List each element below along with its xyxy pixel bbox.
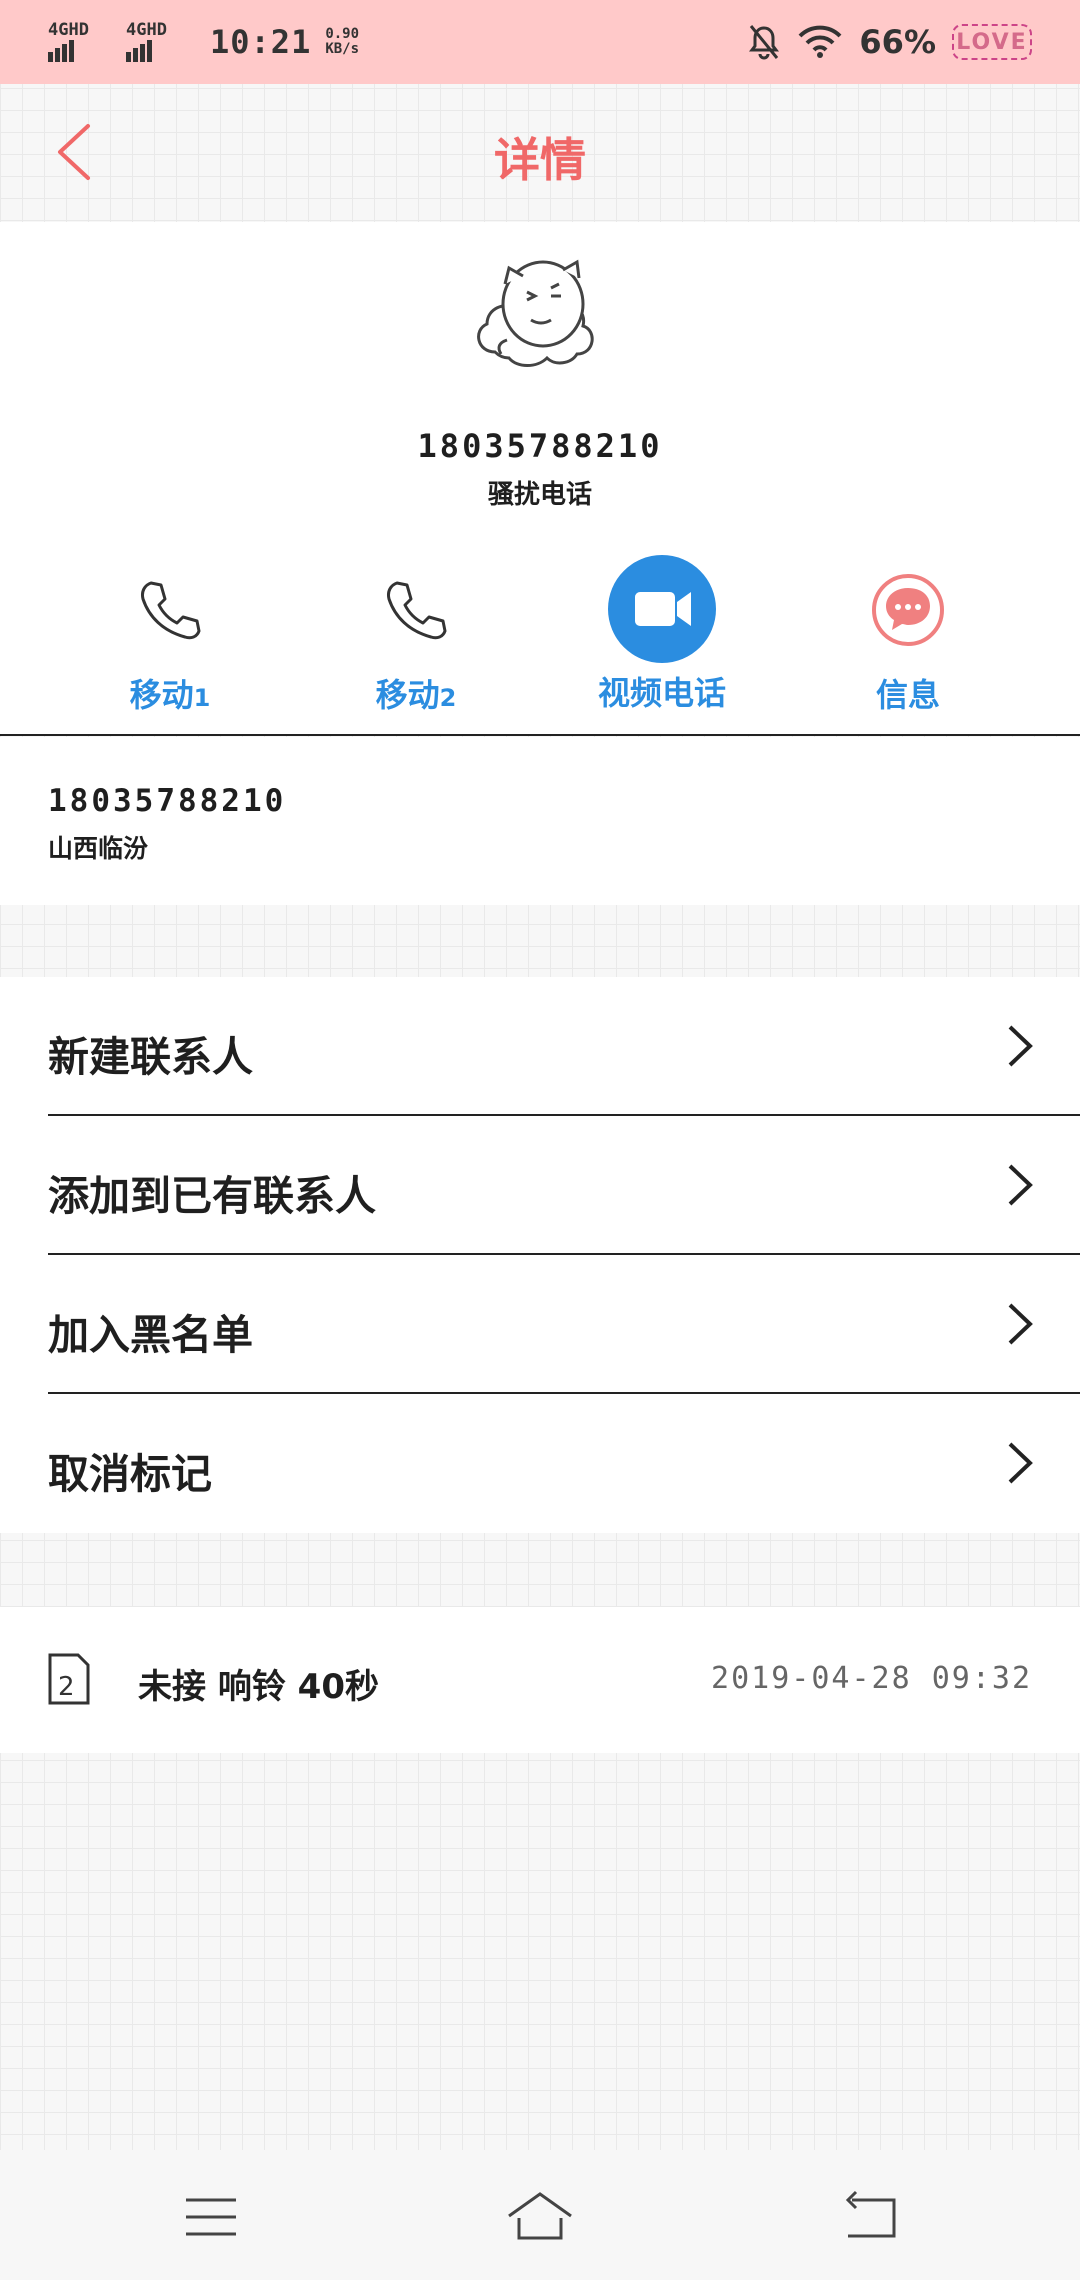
number-info-phone: 18035788210	[48, 783, 287, 819]
back-icon[interactable]	[834, 2182, 904, 2252]
network-speed-value: 0.90	[325, 26, 360, 42]
sim1-network-label: 4GHD	[48, 20, 89, 40]
option-label: 加入黑名单	[48, 1311, 253, 1359]
status-right: 66% LOVE	[747, 23, 1032, 61]
battery-icon: LOVE	[952, 24, 1032, 60]
divider	[0, 734, 1080, 736]
wifi-icon	[798, 25, 842, 58]
status-time: 10:21	[210, 23, 312, 61]
option-label: 新建联系人	[48, 1033, 253, 1081]
add-to-blacklist-option[interactable]: 加入黑名单	[0, 1255, 1080, 1394]
navigation-bar	[0, 2150, 1080, 2280]
chevron-right-icon	[1008, 1025, 1033, 1067]
video-call-button[interactable]: 视频电话	[562, 555, 762, 732]
call-sim1-sub: 1	[193, 684, 211, 712]
number-info: 18035788210 山西临汾	[0, 737, 1080, 905]
call-sim2-label: 移动	[375, 676, 440, 714]
number-location: 山西临汾	[48, 834, 149, 863]
message-icon	[872, 574, 944, 646]
page-title: 详情	[494, 133, 586, 187]
chevron-right-icon	[1008, 1303, 1033, 1345]
call-sim1-button[interactable]: 移动1	[70, 562, 270, 732]
phone-icon	[141, 581, 201, 640]
signal-sim2-icon: 4GHD	[126, 20, 167, 62]
sim2-network-label: 4GHD	[126, 20, 167, 40]
contact-phone-number: 18035788210	[417, 427, 663, 465]
video-call-label: 视频电话	[597, 674, 726, 712]
home-icon[interactable]	[505, 2182, 575, 2252]
options-list: 新建联系人 添加到已有联系人 加入黑名单 取消标记	[0, 977, 1080, 1533]
sim-card-number: 2	[58, 1672, 75, 1702]
status-bar: 4GHD 4GHD 10:21 0.90 KB/s 66% LOVE	[0, 0, 1080, 84]
message-button[interactable]: 信息	[808, 562, 1008, 732]
phone-icon	[387, 581, 447, 640]
battery-percent: 66%	[859, 23, 936, 61]
remove-tag-option[interactable]: 取消标记	[0, 1394, 1080, 1533]
video-icon	[608, 555, 716, 663]
call-sim1-label: 移动	[129, 676, 194, 714]
chevron-right-icon	[1008, 1442, 1033, 1484]
signal-sim1-icon: 4GHD	[48, 20, 89, 62]
option-label: 添加到已有联系人	[48, 1172, 376, 1220]
status-left: 4GHD 4GHD 10:21 0.90 KB/s	[48, 20, 359, 62]
network-speed: 0.90 KB/s	[325, 27, 359, 57]
action-row: 移动1 移动2 视频电话 信息	[0, 555, 1080, 732]
add-to-existing-contact-option[interactable]: 添加到已有联系人	[0, 1116, 1080, 1255]
call-sim2-sub: 2	[439, 684, 457, 712]
sim-card-icon: 2	[48, 1653, 90, 1705]
cat-avatar-icon	[477, 259, 594, 367]
call-log-status: 未接 响铃 40秒	[138, 1667, 379, 1707]
message-label: 信息	[875, 676, 940, 714]
chevron-right-icon	[1008, 1164, 1033, 1206]
contact-tag: 骚扰电话	[487, 480, 592, 510]
call-sim2-button[interactable]: 移动2	[316, 562, 516, 732]
call-log-item[interactable]: 2 未接 响铃 40秒 2019-04-28 09:32	[0, 1607, 1080, 1753]
page-header: 详情	[0, 84, 1080, 220]
network-speed-unit: KB/s	[325, 41, 360, 57]
call-log-time: 2019-04-28 09:32	[711, 1661, 1032, 1696]
new-contact-option[interactable]: 新建联系人	[0, 977, 1080, 1116]
contact-profile-card: 18035788210 骚扰电话 移动1 移动2 视频电话 信息	[0, 222, 1080, 736]
mute-bell-icon	[749, 25, 780, 60]
option-label: 取消标记	[48, 1450, 212, 1498]
menu-icon[interactable]	[176, 2182, 246, 2252]
